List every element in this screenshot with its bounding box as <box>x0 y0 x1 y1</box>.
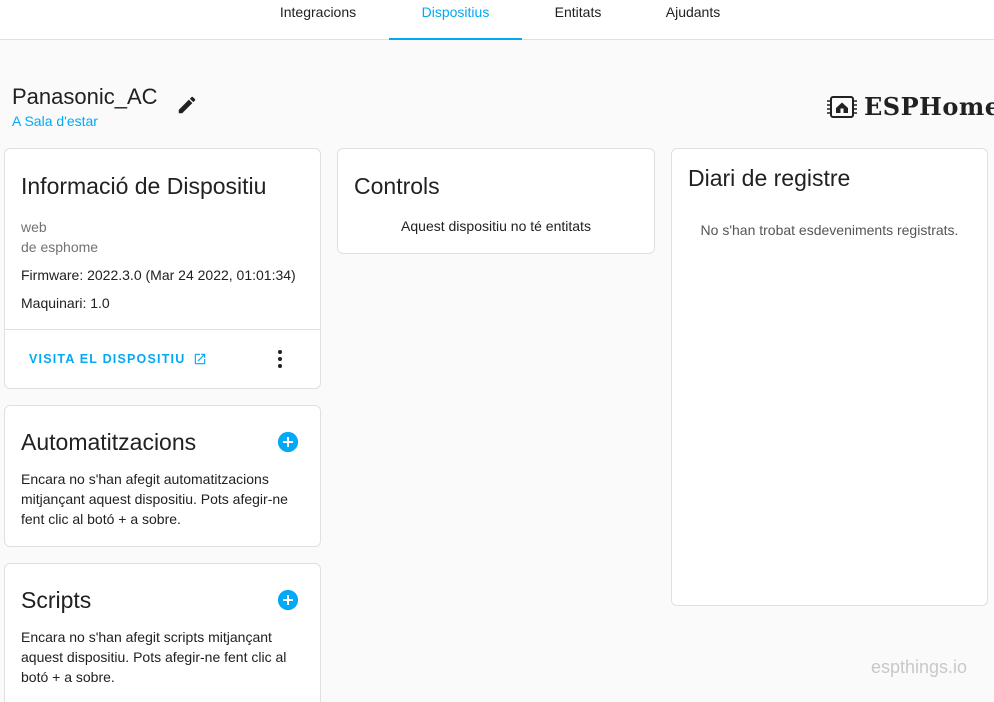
top-tab-bar: Integracions Dispositius Entitats Ajudan… <box>0 0 994 40</box>
logbook-title: Diari de registre <box>688 165 851 191</box>
esphome-chip-house-icon <box>827 95 857 118</box>
add-script-icon[interactable] <box>277 589 299 611</box>
pencil-icon[interactable] <box>176 94 198 116</box>
brand-name: ESPHome <box>864 92 994 121</box>
brand-logo: ESPHome <box>826 92 994 121</box>
controls-title: Controls <box>354 173 440 199</box>
device-manufacturer: de esphome <box>21 239 99 255</box>
device-firmware: Firmware: 2022.3.0 (Mar 24 2022, 01:01:3… <box>21 267 296 283</box>
controls-empty-message: Aquest dispositiu no té entitats <box>401 218 591 234</box>
visit-device-button[interactable]: VISITA EL DISPOSITIU <box>29 352 207 366</box>
scripts-empty-text: Encara no s'han afegit scripts mitjançan… <box>21 629 287 685</box>
more-options-icon[interactable] <box>270 347 290 371</box>
device-area-link[interactable]: A Sala d'estar <box>12 113 98 129</box>
automations-card: Automatitzacions Encara no s'han afegit … <box>4 405 321 547</box>
automations-empty-text: Encara no s'han afegit automatitzacions … <box>21 471 288 527</box>
visit-device-label: VISITA EL DISPOSITIU <box>29 352 186 366</box>
controls-card: Controls Aquest dispositiu no té entitat… <box>337 148 655 254</box>
add-automation-icon[interactable] <box>277 431 299 453</box>
automations-title: Automatitzacions <box>21 429 197 455</box>
scripts-card: Scripts Encara no s'han afegit scripts m… <box>4 563 321 702</box>
device-name: Panasonic_AC <box>12 84 158 109</box>
watermark: espthings.io <box>871 657 968 677</box>
tab-devices[interactable]: Dispositius <box>389 0 522 40</box>
tab-entities[interactable]: Entitats <box>536 0 620 40</box>
logbook-card: Diari de registre No s'han trobat esdeve… <box>671 148 988 606</box>
logbook-empty-message: No s'han trobat esdeveniments registrats… <box>700 222 959 238</box>
device-model: web <box>21 219 47 235</box>
card-divider <box>5 329 320 330</box>
device-hardware: Maquinari: 1.0 <box>21 295 110 311</box>
device-info-title: Informació de Dispositiu <box>21 173 267 199</box>
open-in-new-icon <box>195 353 206 365</box>
tab-integrations[interactable]: Integracions <box>262 0 374 40</box>
device-info-card: Informació de Dispositiu web de esphome … <box>4 148 321 389</box>
scripts-title: Scripts <box>21 587 92 613</box>
tab-helpers[interactable]: Ajudants <box>644 0 742 40</box>
